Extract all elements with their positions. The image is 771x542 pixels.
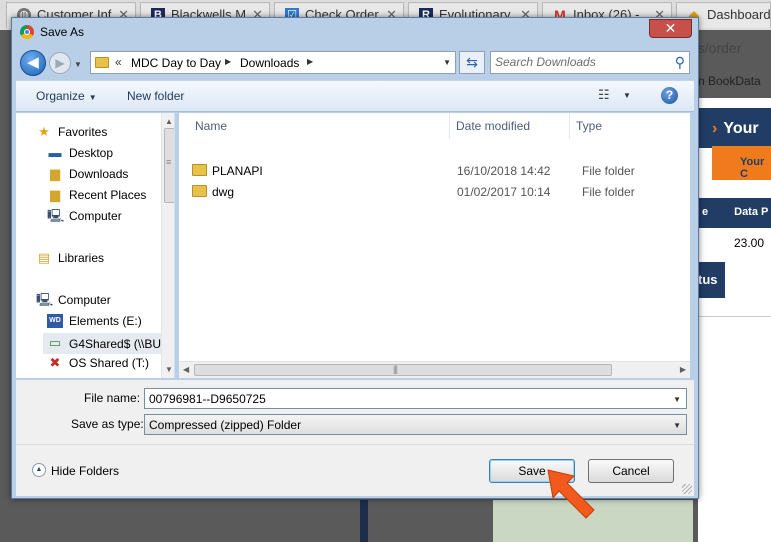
scroll-up-icon[interactable]: ▲ [165, 117, 173, 126]
view-options-icon[interactable]: ☷ [598, 87, 610, 103]
file-list-hscrollbar[interactable]: ◀ ▶ [179, 361, 690, 378]
breadcrumb-chevron-icon[interactable]: ▶ [225, 57, 231, 66]
computer-icon: 🖳 [36, 292, 54, 307]
nav-pane-scrollbar[interactable]: ▲ ▼ [161, 113, 174, 378]
page-status-button[interactable]: tus [698, 262, 725, 298]
new-folder-button[interactable]: New folder [127, 89, 184, 103]
page-orange-tab[interactable]: Your C [712, 146, 771, 180]
libraries-icon: ▤ [37, 250, 51, 265]
scroll-thumb[interactable] [164, 128, 174, 203]
forward-arrow-icon[interactable]: ▶ [49, 52, 71, 74]
cancel-button[interactable]: Cancel [588, 459, 674, 483]
search-icon[interactable]: ⚲ [675, 54, 685, 71]
column-header-name[interactable]: Name [189, 113, 450, 139]
back-arrow-icon[interactable]: ◀ [20, 50, 46, 76]
page-data-value: 23.00 [734, 236, 765, 250]
folder-icon [192, 185, 207, 197]
close-button[interactable]: ✕ [649, 19, 692, 38]
nav-os-shared-drive[interactable]: ✖ OS Shared (T:) [47, 355, 157, 373]
nav-computer-favorite[interactable]: 🖳 Computer [47, 208, 157, 226]
scroll-down-icon[interactable]: ▼ [165, 365, 173, 374]
chevron-up-icon[interactable]: ▲ [32, 463, 46, 477]
refresh-icon[interactable]: ⇆ [459, 51, 485, 74]
disconnected-drive-icon: ✖ [49, 355, 61, 370]
file-row-planapi[interactable]: PLANAPI 16/10/2018 14:42 File folder [185, 161, 681, 181]
nav-desktop[interactable]: ▬ Desktop [47, 145, 157, 163]
help-icon[interactable]: ? [661, 87, 678, 104]
search-box[interactable]: ⚲ [490, 51, 690, 74]
file-name-combobox[interactable]: ▼ [144, 388, 687, 409]
nav-recent-places[interactable]: ▆ Recent Places [47, 187, 159, 205]
search-input[interactable] [495, 54, 665, 70]
hide-folders-button[interactable]: Hide Folders [51, 464, 119, 478]
nav-g4shared-drive[interactable]: ▭ G4Shared$ (\\BU [43, 333, 161, 354]
folder-icon [95, 57, 109, 68]
file-name-input[interactable] [149, 391, 659, 406]
scroll-right-icon[interactable]: ▶ [680, 365, 686, 374]
recent-locations-dropdown-icon[interactable]: ▼ [74, 60, 82, 69]
column-header-date[interactable]: Date modified [450, 113, 570, 139]
dialog-title: Save As [40, 25, 85, 39]
page-table-header: e Data P [698, 198, 771, 228]
wd-drive-icon: WD [47, 314, 63, 328]
save-as-dialog: Save As ✕ ◀ ▶ ▼ « MDC Day to Day ▶ Downl… [11, 17, 699, 499]
computer-icon: 🖳 [47, 208, 65, 223]
network-drive-icon: ▭ [48, 335, 62, 350]
dialog-titlebar[interactable]: Save As ✕ [12, 18, 698, 46]
nav-elements-drive[interactable]: WD Elements (E:) [47, 313, 157, 331]
address-dropdown-icon[interactable]: ▼ [443, 58, 451, 67]
annotation-arrow-icon [547, 469, 595, 519]
chevron-down-icon: ▼ [88, 93, 97, 102]
save-as-type-label: Save as type: [71, 417, 144, 431]
nav-downloads[interactable]: ▆ Downloads [47, 166, 157, 184]
breadcrumb-mdc-day-to-day[interactable]: MDC Day to Day [131, 56, 221, 70]
save-as-type-select[interactable]: Compressed (zipped) Folder ▼ [144, 414, 687, 435]
background-strip [360, 500, 368, 542]
file-name-label: File name: [84, 391, 141, 405]
chrome-icon [20, 25, 34, 39]
view-dropdown-icon[interactable]: ▼ [623, 91, 631, 100]
save-as-type-value: Compressed (zipped) Folder [149, 418, 302, 432]
address-bar[interactable]: « MDC Day to Day ▶ Downloads ▶ ▼ [90, 51, 456, 74]
file-row-dwg[interactable]: dwg 01/02/2017 10:14 File folder [185, 182, 681, 202]
nav-favorites[interactable]: ★ Favorites [36, 124, 156, 142]
page-divider [698, 316, 771, 317]
nav-libraries[interactable]: ▤ Libraries [36, 250, 156, 268]
navigation-pane: ★ Favorites ▬ Desktop ▆ Downloads ▆ Rece… [16, 113, 175, 378]
chevron-down-icon[interactable]: ▼ [673, 395, 681, 404]
address-overflow[interactable]: « [115, 55, 122, 69]
heading-marker: › [712, 120, 718, 137]
command-toolbar: Organize ▼ New folder ☷ ▼ ? [16, 80, 694, 112]
bookmark-bookdata[interactable]: n BookData [698, 74, 761, 88]
file-list: Name Date modified Type PLANAPI 16/10/20… [179, 113, 690, 378]
desktop-icon: ▬ [48, 145, 62, 160]
scroll-thumb[interactable] [194, 364, 612, 376]
recent-places-icon: ▆ [50, 187, 60, 202]
nav-computer[interactable]: 🖳 Computer [36, 292, 156, 310]
page-heading: › Your [698, 108, 771, 148]
chevron-down-icon[interactable]: ▼ [673, 421, 681, 430]
scroll-left-icon[interactable]: ◀ [183, 365, 189, 374]
breadcrumb-downloads[interactable]: Downloads [240, 56, 299, 70]
column-header-type[interactable]: Type [570, 113, 660, 139]
save-form: File name: ▼ Save as type: Compressed (z… [16, 380, 694, 444]
resize-grip[interactable] [682, 484, 692, 494]
downloads-folder-icon: ▆ [50, 166, 60, 181]
organize-button[interactable]: Organize ▼ [36, 89, 97, 103]
star-icon: ★ [38, 124, 50, 139]
breadcrumb-chevron-icon[interactable]: ▶ [307, 57, 313, 66]
folder-icon [192, 164, 207, 176]
